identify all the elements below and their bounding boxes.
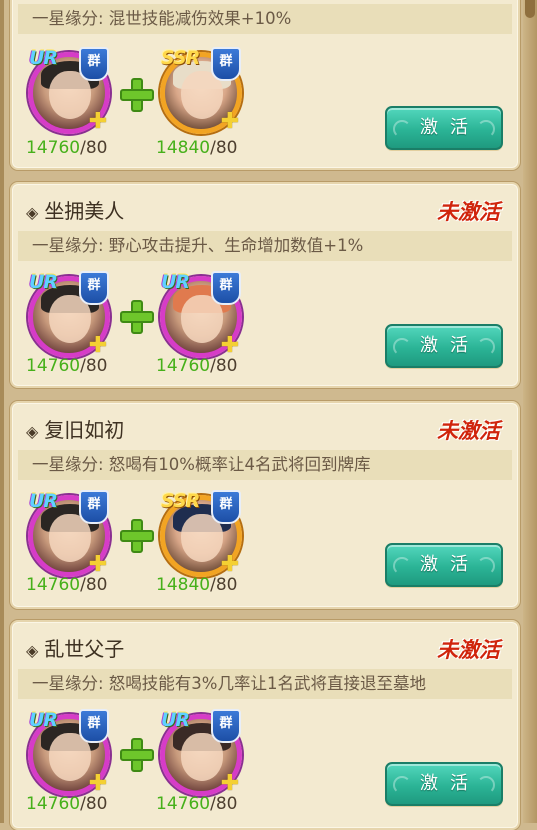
plus-icon — [120, 519, 154, 553]
effect-bar: 一星缘分: 野心攻击提升、生命增加数值+1% — [18, 231, 512, 261]
rarity-badge: UR — [29, 271, 58, 293]
faction-badge: 群 — [211, 490, 241, 524]
plus-icon — [120, 738, 154, 772]
fragment-count: 14760/80 — [156, 356, 238, 376]
faction-badge: 群 — [79, 709, 109, 743]
activate-button[interactable]: 激活 — [385, 543, 503, 587]
faction-badge: 群 — [211, 47, 241, 81]
effect-text: 一星缘分: 怒喝有10%概率让4名武将回到牌库 — [32, 455, 371, 474]
faction-badge: 群 — [79, 271, 109, 305]
rarity-badge: SSR — [161, 490, 200, 512]
faction-badge: 群 — [79, 47, 109, 81]
hero-portrait-ssr[interactable]: SSR 群 ✚ — [160, 47, 242, 134]
scrollbar-track[interactable] — [523, 0, 537, 823]
effect-text: 一星缘分: 怒喝技能有3%几率让1名武将直接退至墓地 — [32, 674, 426, 693]
fragment-count: 14840/80 — [156, 575, 238, 595]
bond-card-1: 一星缘分: 混世技能减伤效果+10% UR 群 ✚ SSR 群 ✚ 14760/… — [10, 0, 520, 170]
scrollbar-thumb[interactable] — [525, 0, 535, 18]
rarity-badge: UR — [29, 47, 58, 69]
rarity-badge: UR — [29, 490, 58, 512]
rarity-badge: UR — [161, 271, 190, 293]
effect-text: 一星缘分: 野心攻击提升、生命增加数值+1% — [32, 236, 364, 255]
diamond-icon: ◈ — [26, 422, 39, 441]
rarity-badge: UR — [161, 709, 190, 731]
bond-card-2: ◈ 坐拥美人 未激活 一星缘分: 野心攻击提升、生命增加数值+1% UR 群 ✚ … — [10, 182, 520, 388]
effect-bar: 一星缘分: 怒喝技能有3%几率让1名武将直接退至墓地 — [18, 669, 512, 699]
panel-left-edge — [0, 0, 4, 823]
bond-title: ◈ 坐拥美人 — [26, 199, 125, 223]
puzzle-icon: ✚ — [88, 333, 108, 358]
status-label: 未激活 — [437, 418, 500, 443]
bond-title: ◈ 乱世父子 — [26, 637, 125, 661]
effect-bar: 一星缘分: 怒喝有10%概率让4名武将回到牌库 — [18, 450, 512, 480]
fragment-count: 14760/80 — [26, 575, 108, 595]
bond-title: ◈ 复旧如初 — [26, 418, 125, 442]
fragment-count: 14840/80 — [156, 138, 238, 158]
puzzle-icon: ✚ — [220, 109, 240, 134]
activate-button[interactable]: 激活 — [385, 762, 503, 806]
faction-badge: 群 — [79, 490, 109, 524]
effect-bar: 一星缘分: 混世技能减伤效果+10% — [18, 4, 512, 34]
hero-portrait-ur[interactable]: UR 群 ✚ — [160, 271, 242, 358]
effect-text: 一星缘分: 混世技能减伤效果+10% — [32, 9, 292, 28]
puzzle-icon: ✚ — [88, 552, 108, 577]
activate-button[interactable]: 激活 — [385, 106, 503, 150]
fragment-count: 14760/80 — [26, 356, 108, 376]
faction-badge: 群 — [211, 709, 241, 743]
status-label: 未激活 — [437, 637, 500, 662]
puzzle-icon: ✚ — [88, 109, 108, 134]
puzzle-icon: ✚ — [220, 333, 240, 358]
hero-portrait-ur[interactable]: UR 群 ✚ — [28, 271, 110, 358]
faction-badge: 群 — [211, 271, 241, 305]
hero-portrait-ssr[interactable]: SSR 群 ✚ — [160, 490, 242, 577]
puzzle-icon: ✚ — [88, 771, 108, 796]
rarity-badge: UR — [29, 709, 58, 731]
hero-portrait-ur[interactable]: UR 群 ✚ — [28, 47, 110, 134]
plus-icon — [120, 78, 154, 112]
rarity-badge: SSR — [161, 47, 200, 69]
activate-button[interactable]: 激活 — [385, 324, 503, 368]
fragment-count: 14760/80 — [26, 138, 108, 158]
diamond-icon: ◈ — [26, 641, 39, 660]
fragment-count: 14760/80 — [26, 794, 108, 814]
puzzle-icon: ✚ — [220, 771, 240, 796]
puzzle-icon: ✚ — [220, 552, 240, 577]
hero-portrait-ur[interactable]: UR 群 ✚ — [28, 490, 110, 577]
bond-card-3: ◈ 复旧如初 未激活 一星缘分: 怒喝有10%概率让4名武将回到牌库 UR 群 ✚… — [10, 401, 520, 609]
plus-icon — [120, 300, 154, 334]
status-label: 未激活 — [437, 199, 500, 224]
fragment-count: 14760/80 — [156, 794, 238, 814]
bond-card-4: ◈ 乱世父子 未激活 一星缘分: 怒喝技能有3%几率让1名武将直接退至墓地 UR … — [10, 620, 520, 830]
hero-portrait-ur[interactable]: UR 群 ✚ — [28, 709, 110, 796]
diamond-icon: ◈ — [26, 203, 39, 222]
hero-portrait-ur[interactable]: UR 群 ✚ — [160, 709, 242, 796]
